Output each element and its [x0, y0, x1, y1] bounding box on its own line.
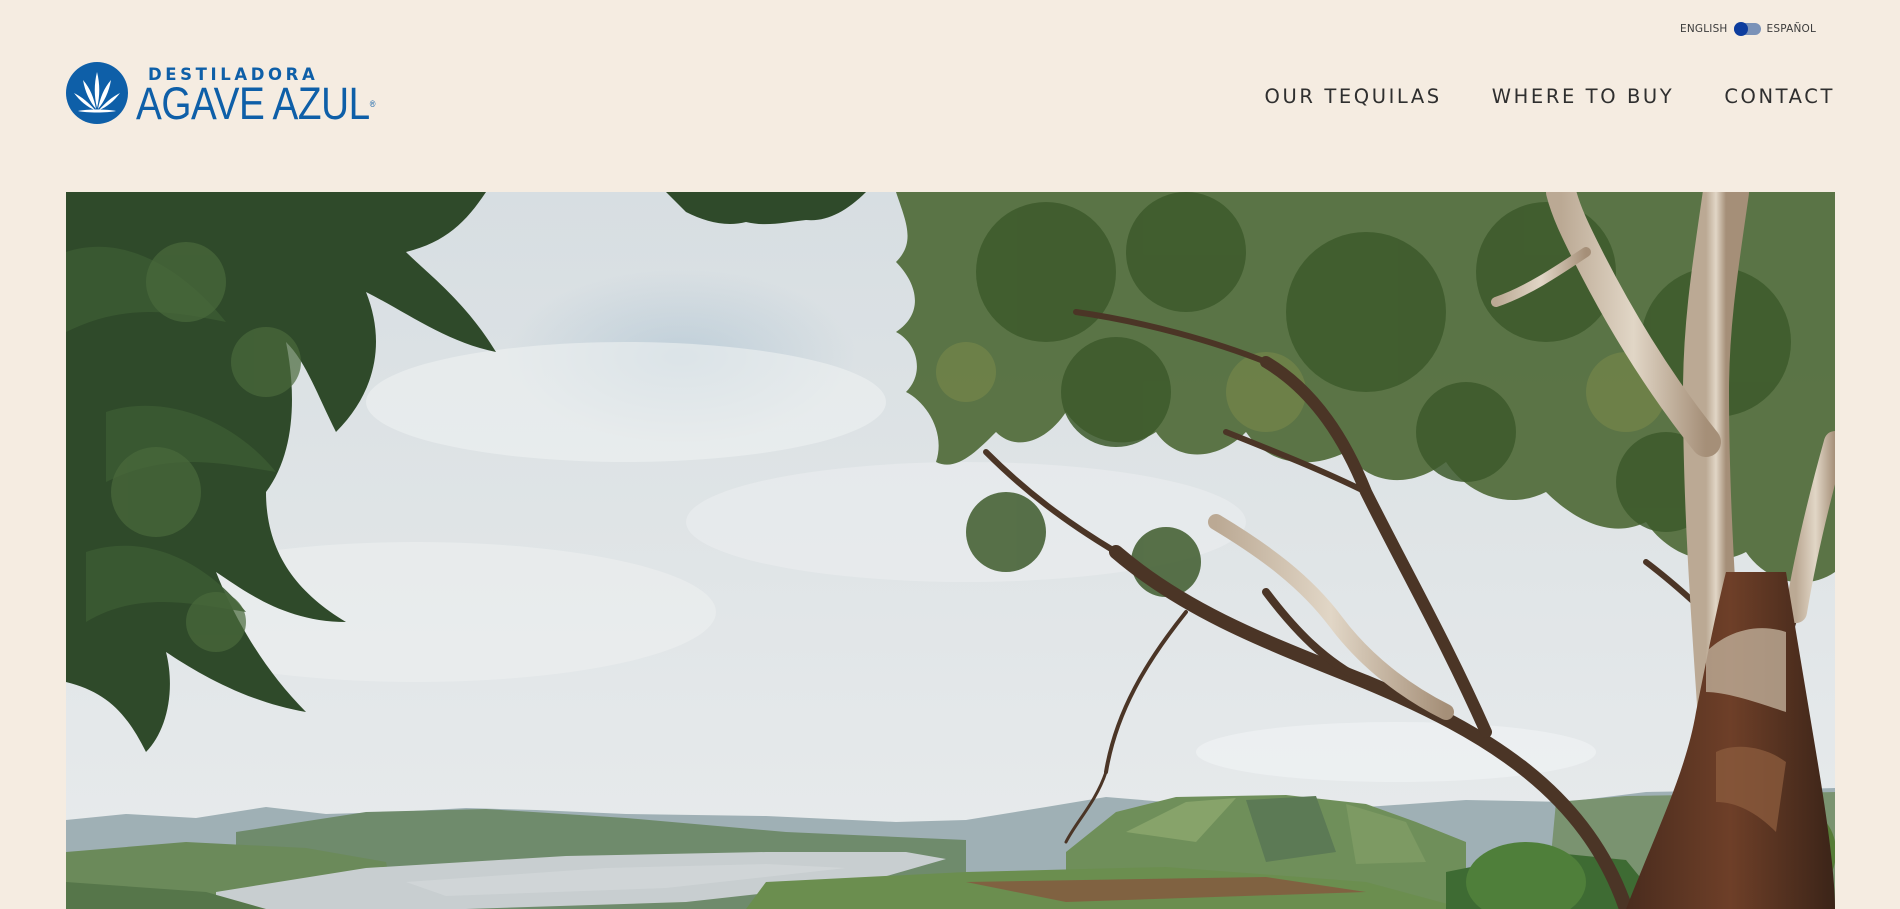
brand-main-text: AGAVE AZUL — [136, 78, 370, 129]
brand-wordmark: DESTILADORA AGAVE AZUL® — [136, 62, 414, 126]
language-spanish-label[interactable]: ESPAÑOL — [1767, 23, 1817, 35]
brand-main-line: AGAVE AZUL® — [136, 81, 376, 126]
language-switcher: ENGLISH ESPAÑOL — [1680, 22, 1817, 36]
language-toggle[interactable] — [1733, 22, 1761, 36]
landscape-photo — [66, 192, 1835, 909]
agave-logo-icon — [66, 62, 128, 126]
hero-image — [66, 192, 1835, 909]
main-nav: OUR TEQUILAS WHERE TO BUY CONTACT — [1265, 85, 1835, 108]
nav-where-to-buy[interactable]: WHERE TO BUY — [1492, 85, 1675, 108]
nav-contact[interactable]: CONTACT — [1724, 85, 1835, 108]
registered-mark: ® — [369, 99, 376, 109]
page: ENGLISH ESPAÑOL DESTILADORA AGAVE AZUL® — [0, 0, 1900, 909]
language-english-label[interactable]: ENGLISH — [1680, 23, 1728, 35]
language-toggle-knob — [1733, 22, 1748, 36]
nav-our-tequilas[interactable]: OUR TEQUILAS — [1265, 85, 1442, 108]
brand-logo-link[interactable]: DESTILADORA AGAVE AZUL® — [66, 62, 414, 126]
